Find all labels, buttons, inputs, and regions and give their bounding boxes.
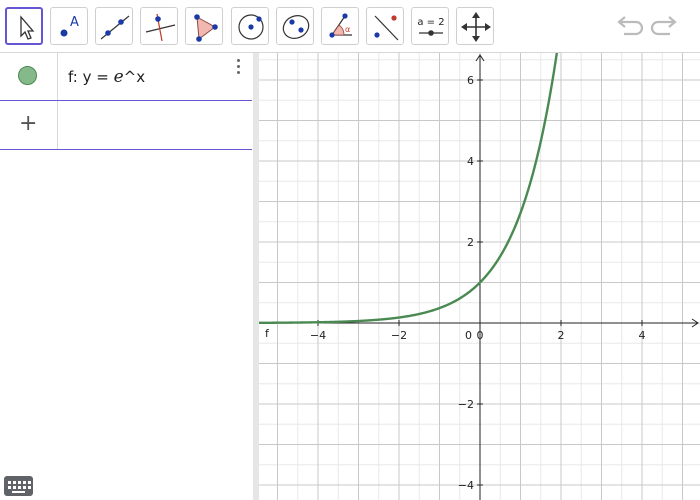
slider-icon: a = 2 (417, 17, 445, 36)
line-icon (100, 15, 130, 40)
svg-text:α: α (345, 25, 350, 34)
toolbar: A α a = 2 (0, 0, 700, 53)
add-column: + (0, 101, 58, 149)
algebra-row-f[interactable]: f: y = e^x (0, 53, 252, 101)
algebra-view: f: y = e^x + (0, 53, 253, 500)
move-tool-button[interactable] (5, 7, 43, 45)
undo-icon[interactable] (614, 12, 644, 40)
angle-icon: α (329, 13, 352, 38)
x-tick-label: 2 (558, 329, 565, 342)
algebra-input-row[interactable]: + (0, 101, 252, 150)
reflect-tool-button[interactable] (366, 7, 404, 45)
y-tick-label: −4 (458, 479, 474, 492)
reflect-icon (374, 15, 399, 41)
axes (259, 54, 699, 500)
point-icon: A (60, 15, 79, 37)
visibility-toggle[interactable] (18, 66, 37, 85)
move-view-icon (461, 12, 491, 42)
y-tick-label: 6 (467, 74, 474, 87)
x-tick-label: 0 (477, 329, 484, 342)
plus-icon[interactable]: + (19, 113, 37, 135)
y-tick-label: 4 (467, 155, 474, 168)
function-label[interactable]: f (265, 327, 270, 340)
perpendicular-tool-button[interactable] (140, 7, 178, 45)
graphics-canvas[interactable]: −4 −2 0 2 4 −4 −2 2 4 6 f 0 (259, 53, 700, 500)
polygon-tool-button[interactable] (185, 7, 223, 45)
move-view-tool-button[interactable] (456, 7, 494, 45)
angle-tool-button[interactable]: α (321, 7, 359, 45)
slider-tool-button[interactable]: a = 2 (411, 7, 449, 45)
svg-text:a = 2: a = 2 (417, 17, 444, 28)
visibility-column (0, 53, 58, 100)
graphics-view[interactable]: −4 −2 0 2 4 −4 −2 2 4 6 f 0 (259, 53, 700, 500)
function-definition[interactable]: f: y = e^x (68, 67, 145, 87)
definition-exponent: ^x (123, 68, 146, 86)
perpendicular-line-icon (145, 13, 176, 42)
definition-base: e (113, 67, 124, 87)
origin-label: 0 (465, 329, 472, 342)
definition-prefix: f: y = (68, 68, 114, 86)
point-tool-button[interactable]: A (50, 7, 88, 45)
polygon-icon (194, 14, 218, 42)
y-tick-label: −2 (458, 398, 474, 411)
circle-tool-button[interactable] (231, 7, 269, 45)
conic-five-points-icon (282, 15, 310, 39)
more-options-icon[interactable] (234, 59, 242, 77)
redo-icon[interactable] (650, 12, 680, 40)
keyboard-icon[interactable] (4, 476, 33, 496)
svg-text:A: A (70, 15, 79, 30)
move-arrow-icon (20, 15, 35, 40)
x-tick-label: 4 (639, 329, 646, 342)
y-tick-label: 2 (467, 236, 474, 249)
line-tool-button[interactable] (95, 7, 133, 45)
circle-center-point-icon (238, 14, 264, 40)
x-tick-label: −2 (391, 329, 407, 342)
conic-tool-button[interactable] (276, 7, 314, 45)
x-tick-label: −4 (310, 329, 326, 342)
